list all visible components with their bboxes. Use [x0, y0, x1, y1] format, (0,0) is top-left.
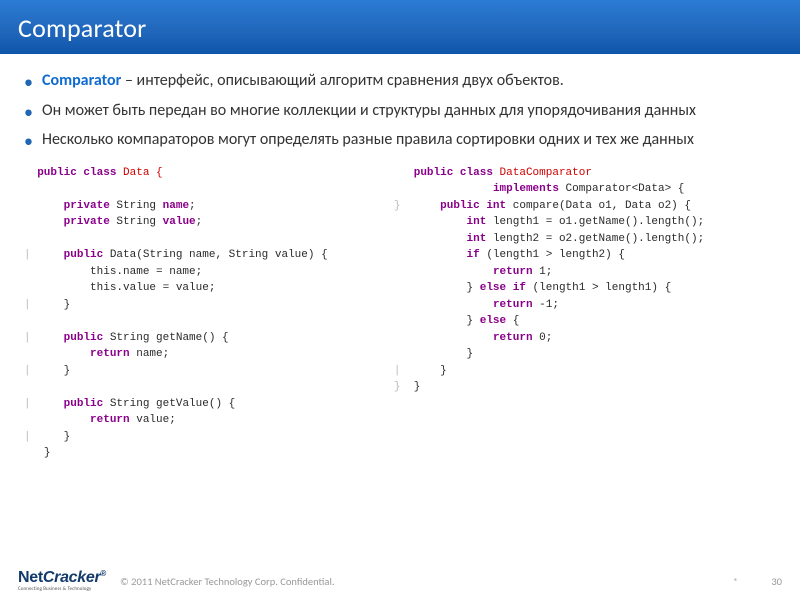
- logo: NetCracker® Connecting Business & Techno…: [18, 570, 106, 592]
- code-row: public class Data { private String name;…: [24, 165, 776, 462]
- bullet-list: Comparator – интерфейс, описывающий алго…: [24, 68, 776, 157]
- logo-text-b: Cracker: [43, 569, 101, 586]
- logo-text-a: Net: [18, 569, 43, 586]
- logo-main: NetCracker®: [18, 570, 106, 586]
- page-number: 30: [758, 575, 782, 588]
- logo-tagline: Connecting Business & Technology: [18, 587, 106, 592]
- bullet-text: Несколько компараторов могут определять …: [42, 130, 694, 149]
- bullet-item: Он может быть передан во многие коллекци…: [24, 98, 776, 128]
- bullet-item: Comparator – интерфейс, описывающий алго…: [24, 68, 776, 98]
- footer: NetCracker® Connecting Business & Techno…: [0, 562, 800, 600]
- footer-copyright: © 2011 NetCracker Technology Corp. Confi…: [106, 575, 713, 588]
- code-block-left: public class Data { private String name;…: [24, 165, 370, 462]
- bullet-text: – интерфейс, описывающий алгоритм сравне…: [121, 71, 563, 90]
- bullet-text: Он может быть передан во многие коллекци…: [42, 101, 696, 120]
- bullet-item: Несколько компараторов могут определять …: [24, 127, 776, 157]
- slide: Comparator Comparator – интерфейс, описы…: [0, 0, 800, 600]
- footer-star: *: [713, 575, 758, 588]
- code-block-right: public class DataComparator implements C…: [394, 165, 776, 462]
- slide-title: Comparator: [0, 0, 800, 54]
- slide-body: Comparator – интерфейс, описывающий алго…: [0, 54, 800, 600]
- bullet-emph: Comparator: [42, 71, 121, 90]
